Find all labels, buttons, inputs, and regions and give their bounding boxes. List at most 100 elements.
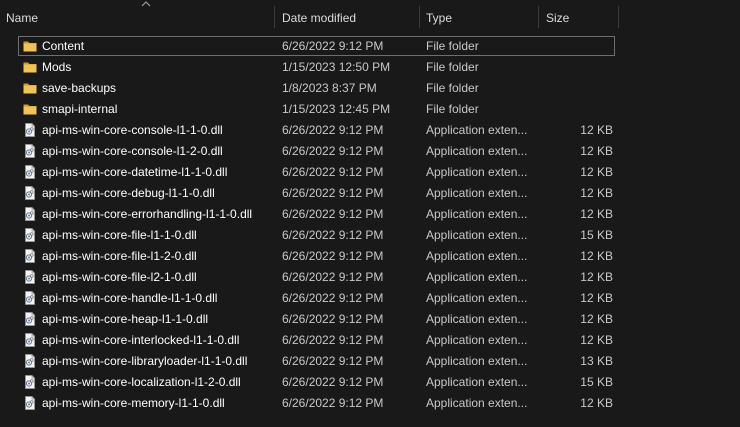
dll-file-icon	[23, 249, 37, 263]
date-modified: 6/26/2022 9:12 PM	[282, 333, 384, 347]
file-size: 12 KB	[580, 291, 613, 305]
dll-file-icon	[23, 123, 37, 137]
file-size: 15 KB	[580, 375, 613, 389]
column-divider[interactable]	[618, 6, 619, 28]
dll-file-icon	[23, 354, 37, 368]
file-type: Application exten...	[426, 312, 528, 326]
file-size	[540, 36, 613, 57]
column-header-type[interactable]: Type	[420, 0, 538, 34]
file-name: api-ms-win-core-errorhandling-l1-1-0.dll	[42, 207, 253, 221]
folder-icon	[23, 81, 37, 95]
file-name: Mods	[42, 60, 72, 74]
file-size: 12 KB	[580, 207, 613, 221]
folder-row[interactable]: save-backups 1/8/2023 8:37 PM File folder	[0, 78, 740, 99]
date-modified: 6/26/2022 9:12 PM	[282, 249, 384, 263]
dll-file-icon	[23, 333, 37, 347]
file-name: api-ms-win-core-localization-l1-2-0.dll	[42, 375, 241, 389]
date-modified: 6/26/2022 9:12 PM	[282, 207, 384, 221]
file-size	[540, 99, 613, 120]
date-modified: 6/26/2022 9:12 PM	[282, 144, 384, 158]
dll-file-icon	[23, 228, 37, 242]
file-type: Application exten...	[426, 396, 528, 410]
file-name: Content	[42, 39, 85, 53]
column-header-name[interactable]: Name	[0, 0, 274, 34]
date-modified: 6/26/2022 9:12 PM	[282, 354, 384, 368]
date-modified: 1/15/2023 12:50 PM	[282, 60, 391, 74]
date-modified: 6/26/2022 9:12 PM	[282, 165, 384, 179]
file-size: 13 KB	[580, 354, 613, 368]
dll-file-icon	[23, 291, 37, 305]
file-row[interactable]: api-ms-win-core-errorhandling-l1-1-0.dll…	[0, 204, 740, 225]
file-type: Application exten...	[426, 186, 528, 200]
dll-file-icon	[23, 312, 37, 326]
file-name: api-ms-win-core-debug-l1-1-0.dll	[42, 186, 215, 200]
date-modified: 6/26/2022 9:12 PM	[282, 228, 384, 242]
dll-file-icon	[23, 270, 37, 284]
file-row[interactable]: api-ms-win-core-handle-l1-1-0.dll 6/26/20…	[0, 288, 740, 309]
column-header-size[interactable]: Size	[540, 0, 618, 34]
dll-file-icon	[23, 375, 37, 389]
dll-file-icon	[23, 207, 37, 221]
folder-row[interactable]: smapi-internal 1/15/2023 12:45 PM File fol…	[0, 99, 740, 120]
file-size	[540, 78, 613, 99]
file-type: Application exten...	[426, 144, 528, 158]
file-row[interactable]: api-ms-win-core-heap-l1-1-0.dll 6/26/2022…	[0, 309, 740, 330]
folder-icon	[23, 102, 37, 116]
file-size: 12 KB	[580, 144, 613, 158]
folder-icon	[23, 60, 37, 74]
date-modified: 6/26/2022 9:12 PM	[282, 396, 384, 410]
file-name: save-backups	[42, 81, 117, 95]
file-row[interactable]: api-ms-win-core-localization-l1-2-0.dll 6…	[0, 372, 740, 393]
file-name: api-ms-win-core-interlocked-l1-1-0.dll	[42, 333, 240, 347]
file-name: api-ms-win-core-file-l2-1-0.dll	[42, 270, 197, 284]
file-size: 12 KB	[580, 186, 613, 200]
file-explorer-details-view: Name Date modified Type Size Content 6/26…	[0, 0, 740, 427]
file-type: Application exten...	[426, 228, 528, 242]
file-type: Application exten...	[426, 249, 528, 263]
column-header-date-modified[interactable]: Date modified	[276, 0, 419, 34]
folder-row[interactable]: Mods 1/15/2023 12:50 PM File folder	[0, 57, 740, 78]
column-divider[interactable]	[274, 6, 275, 28]
file-row[interactable]: api-ms-win-core-memory-l1-1-0.dll 6/26/20…	[0, 393, 740, 414]
date-modified: 6/26/2022 9:12 PM	[282, 39, 384, 53]
date-modified: 6/26/2022 9:12 PM	[282, 186, 384, 200]
file-size: 15 KB	[580, 228, 613, 242]
file-type: Application exten...	[426, 123, 528, 137]
file-row[interactable]: api-ms-win-core-file-l2-1-0.dll 6/26/2022…	[0, 267, 740, 288]
file-type: Application exten...	[426, 207, 528, 221]
dll-file-icon	[23, 396, 37, 410]
file-name: api-ms-win-core-console-l1-2-0.dll	[42, 144, 223, 158]
date-modified: 6/26/2022 9:12 PM	[282, 123, 384, 137]
file-row[interactable]: api-ms-win-core-file-l1-2-0.dll 6/26/2022…	[0, 246, 740, 267]
file-name: api-ms-win-core-console-l1-1-0.dll	[42, 123, 223, 137]
file-row[interactable]: api-ms-win-core-libraryloader-l1-1-0.dll…	[0, 351, 740, 372]
file-size: 12 KB	[580, 312, 613, 326]
file-list: Content 6/26/2022 9:12 PM File folder Mods 1…	[0, 36, 740, 414]
folder-row[interactable]: Content 6/26/2022 9:12 PM File folder	[0, 36, 740, 57]
file-row[interactable]: api-ms-win-core-console-l1-2-0.dll 6/26/2…	[0, 141, 740, 162]
file-size: 12 KB	[580, 249, 613, 263]
date-modified: 1/15/2023 12:45 PM	[282, 102, 391, 116]
file-type: Application exten...	[426, 354, 528, 368]
file-row[interactable]: api-ms-win-core-interlocked-l1-1-0.dll 6/…	[0, 330, 740, 351]
file-row[interactable]: api-ms-win-core-datetime-l1-1-0.dll 6/26/…	[0, 162, 740, 183]
date-modified: 6/26/2022 9:12 PM	[282, 312, 384, 326]
file-row[interactable]: api-ms-win-core-file-l1-1-0.dll 6/26/2022…	[0, 225, 740, 246]
column-divider[interactable]	[538, 6, 539, 28]
file-name: api-ms-win-core-file-l1-2-0.dll	[42, 249, 197, 263]
file-name: api-ms-win-core-memory-l1-1-0.dll	[42, 396, 225, 410]
folder-icon	[23, 39, 37, 53]
file-type: Application exten...	[426, 270, 528, 284]
file-size: 12 KB	[580, 123, 613, 137]
file-row[interactable]: api-ms-win-core-console-l1-1-0.dll 6/26/2…	[0, 120, 740, 141]
file-name: smapi-internal	[42, 102, 118, 116]
date-modified: 1/8/2023 8:37 PM	[282, 81, 377, 95]
date-modified: 6/26/2022 9:12 PM	[282, 270, 384, 284]
date-modified: 6/26/2022 9:12 PM	[282, 375, 384, 389]
dll-file-icon	[23, 165, 37, 179]
file-size: 12 KB	[580, 165, 613, 179]
file-size: 12 KB	[580, 396, 613, 410]
dll-file-icon	[23, 144, 37, 158]
file-type: Application exten...	[426, 291, 528, 305]
file-row[interactable]: api-ms-win-core-debug-l1-1-0.dll 6/26/202…	[0, 183, 740, 204]
